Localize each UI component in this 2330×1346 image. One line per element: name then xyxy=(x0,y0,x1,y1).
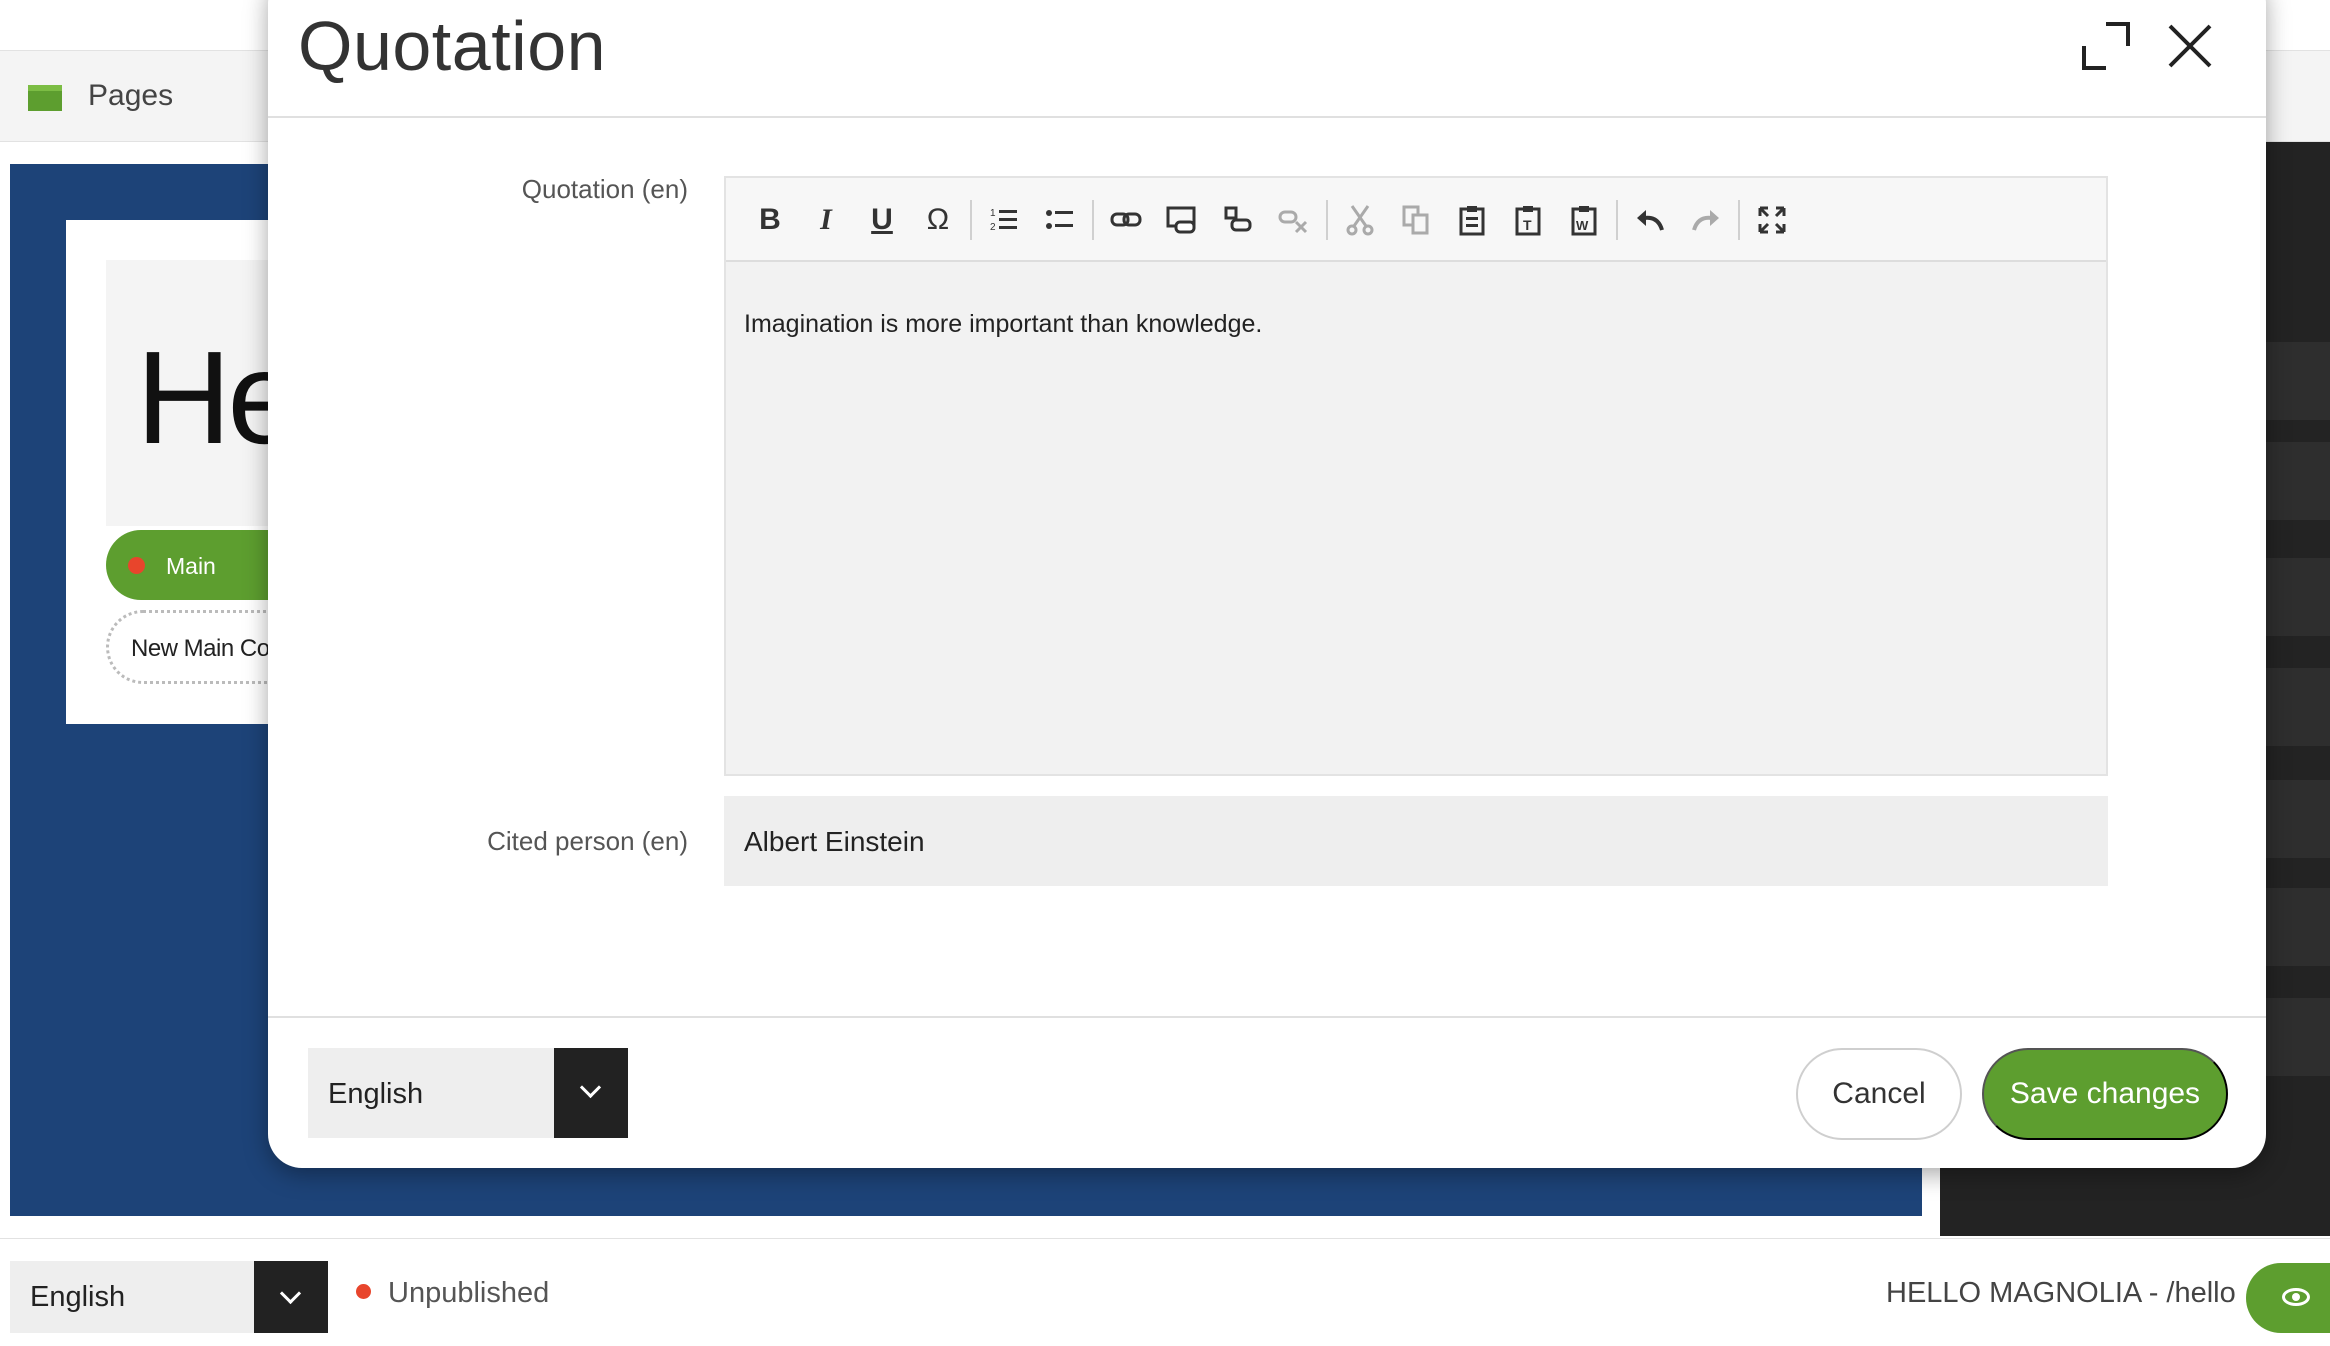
language-dropdown-button[interactable] xyxy=(554,1048,628,1138)
numbered-list-button[interactable]: 12 xyxy=(984,200,1024,240)
maximize-button[interactable] xyxy=(1752,200,1792,240)
dialog-header: Quotation xyxy=(268,0,2266,118)
undo-icon xyxy=(1637,210,1664,231)
unlink-icon xyxy=(1278,210,1308,234)
editor-toolbar: B I U Ω 12 T W xyxy=(726,178,2106,262)
cut-icon xyxy=(1346,205,1374,236)
paste-from-word-icon: W xyxy=(1571,206,1597,236)
paste-as-text-button[interactable]: T xyxy=(1508,200,1548,240)
paste-button[interactable] xyxy=(1452,200,1492,240)
new-component-label: New Main Co xyxy=(131,635,270,662)
dialog-title: Quotation xyxy=(298,7,607,85)
page-language-select[interactable]: English xyxy=(10,1261,328,1333)
toolbar-separator xyxy=(1092,200,1094,240)
dialog-footer: English Cancel Save changes xyxy=(268,1016,2266,1168)
toolbar-separator xyxy=(1326,200,1328,240)
copy-icon xyxy=(1402,205,1429,235)
redo-button[interactable] xyxy=(1686,200,1726,240)
paste-from-word-button[interactable]: W xyxy=(1564,200,1604,240)
bold-button[interactable]: B xyxy=(750,200,790,240)
toolbar-separator xyxy=(1616,200,1618,240)
quotation-label: Quotation (en) xyxy=(521,174,688,204)
bulleted-list-button[interactable] xyxy=(1040,200,1080,240)
anchor-button[interactable] xyxy=(1218,200,1258,240)
svg-text:W: W xyxy=(1576,218,1589,233)
copy-button[interactable] xyxy=(1396,200,1436,240)
anchor-icon xyxy=(1224,206,1252,232)
quotation-dialog: Quotation Quotation (en) B I U Ω 12 T W … xyxy=(268,0,2266,1168)
svg-text:2: 2 xyxy=(990,222,996,233)
preview-button[interactable] xyxy=(2246,1263,2330,1333)
publish-status-dot xyxy=(356,1284,371,1299)
italic-button[interactable]: I xyxy=(806,200,846,240)
quotation-rich-text-editor[interactable]: B I U Ω 12 T W Imagination is more impor… xyxy=(724,176,2108,776)
internal-link-icon xyxy=(1166,206,1196,234)
numbered-list-icon: 12 xyxy=(990,208,1017,233)
redo-icon xyxy=(1692,210,1719,231)
publish-status: Unpublished xyxy=(388,1277,550,1309)
chevron-down-icon xyxy=(279,1282,302,1305)
special-character-button[interactable]: Ω xyxy=(918,200,958,240)
language-value: English xyxy=(30,1281,126,1313)
svg-text:1: 1 xyxy=(990,208,996,219)
toolbar-separator xyxy=(1738,200,1740,240)
link-button[interactable] xyxy=(1106,200,1146,240)
language-value: English xyxy=(328,1078,424,1110)
undo-button[interactable] xyxy=(1630,200,1670,240)
pages-app-icon xyxy=(28,85,62,111)
status-bar: English Unpublished HELLO MAGNOLIA - /he… xyxy=(0,1238,2330,1346)
cancel-button[interactable]: Cancel xyxy=(1796,1048,1962,1140)
internal-link-button[interactable] xyxy=(1162,200,1202,240)
dialog-language-select[interactable]: English xyxy=(308,1048,628,1138)
unlink-button[interactable] xyxy=(1274,200,1314,240)
maximize-icon xyxy=(1758,206,1786,234)
toolbar-separator xyxy=(970,200,972,240)
app-title: Pages xyxy=(88,79,174,112)
area-status-dot xyxy=(128,557,145,574)
page-path: HELLO MAGNOLIA - /hello xyxy=(1886,1277,2236,1309)
language-dropdown-button[interactable] xyxy=(254,1261,328,1333)
link-icon xyxy=(1110,212,1142,227)
eye-icon xyxy=(2282,1288,2310,1306)
cut-button[interactable] xyxy=(1340,200,1380,240)
cited-person-input[interactable]: Albert Einstein xyxy=(724,796,2108,886)
expand-icon[interactable] xyxy=(2080,20,2132,72)
underline-button[interactable]: U xyxy=(862,200,902,240)
cited-person-value: Albert Einstein xyxy=(744,826,925,857)
cited-person-label: Cited person (en) xyxy=(487,826,688,856)
paste-as-text-icon: T xyxy=(1515,206,1541,236)
svg-text:T: T xyxy=(1523,217,1532,233)
chevron-down-icon xyxy=(579,1076,602,1099)
area-label: Main xyxy=(166,553,216,579)
paste-icon xyxy=(1459,206,1485,236)
save-changes-button[interactable]: Save changes xyxy=(1982,1048,2228,1140)
editor-content[interactable]: Imagination is more important than knowl… xyxy=(744,310,1262,339)
close-icon[interactable] xyxy=(2166,22,2214,70)
bulleted-list-icon xyxy=(1046,210,1073,229)
